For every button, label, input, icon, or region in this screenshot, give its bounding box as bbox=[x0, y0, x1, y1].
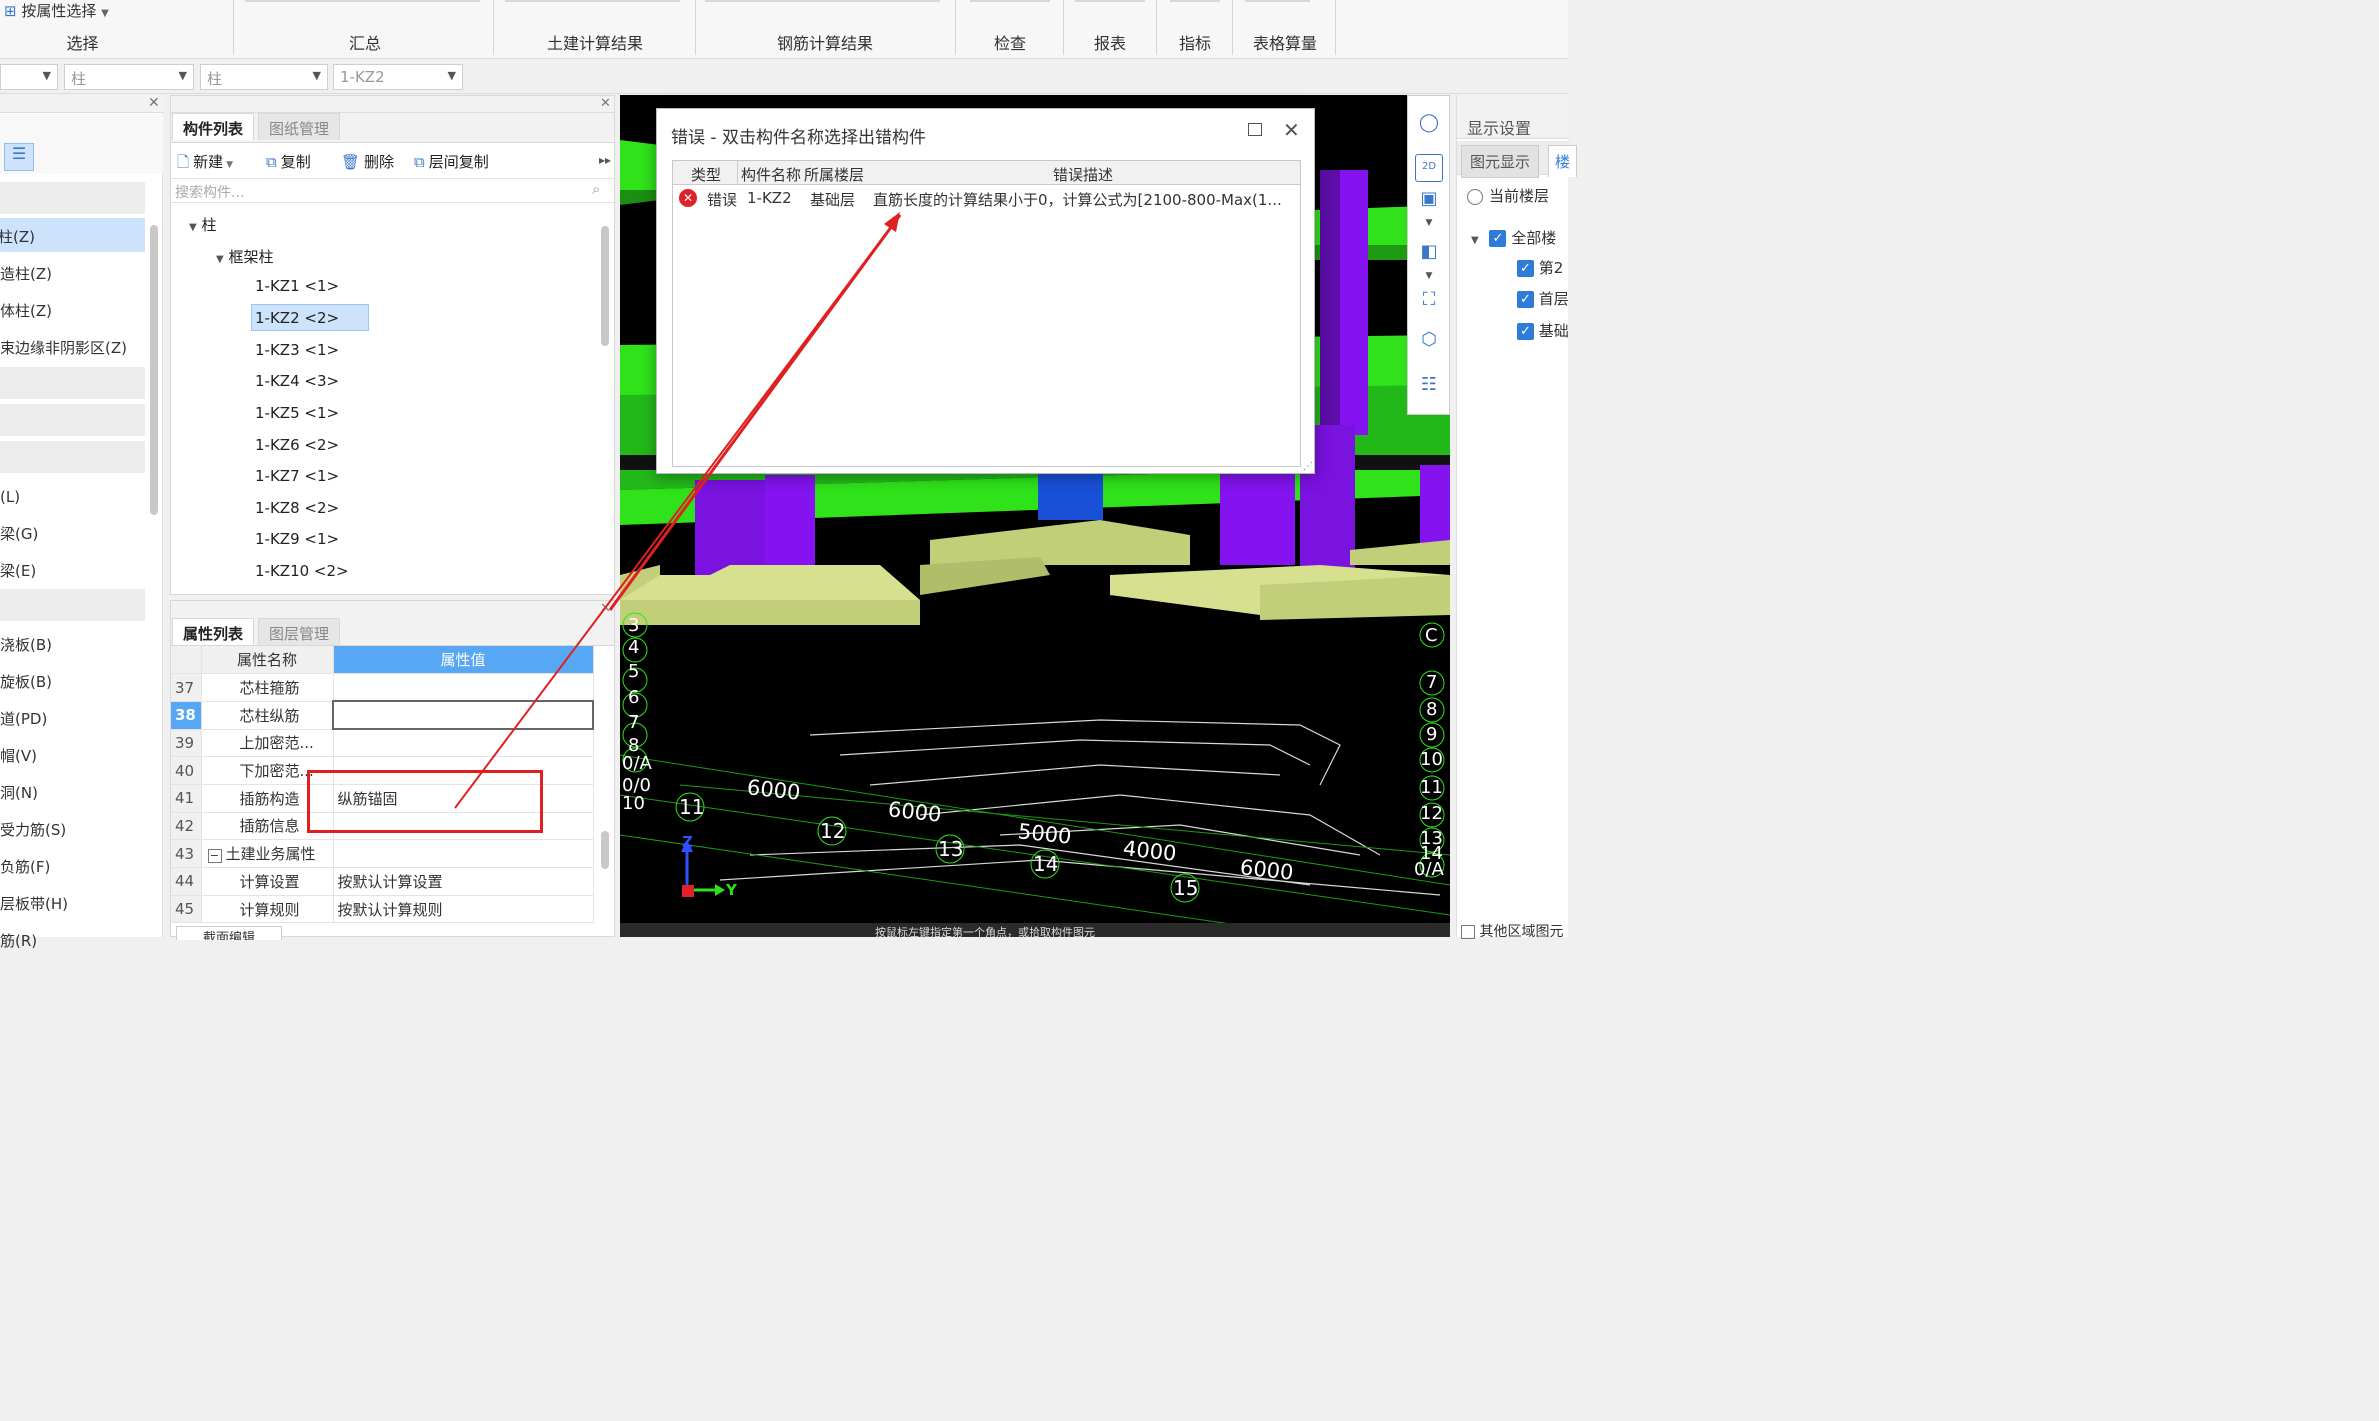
annotation-arrows bbox=[454, 212, 902, 809]
